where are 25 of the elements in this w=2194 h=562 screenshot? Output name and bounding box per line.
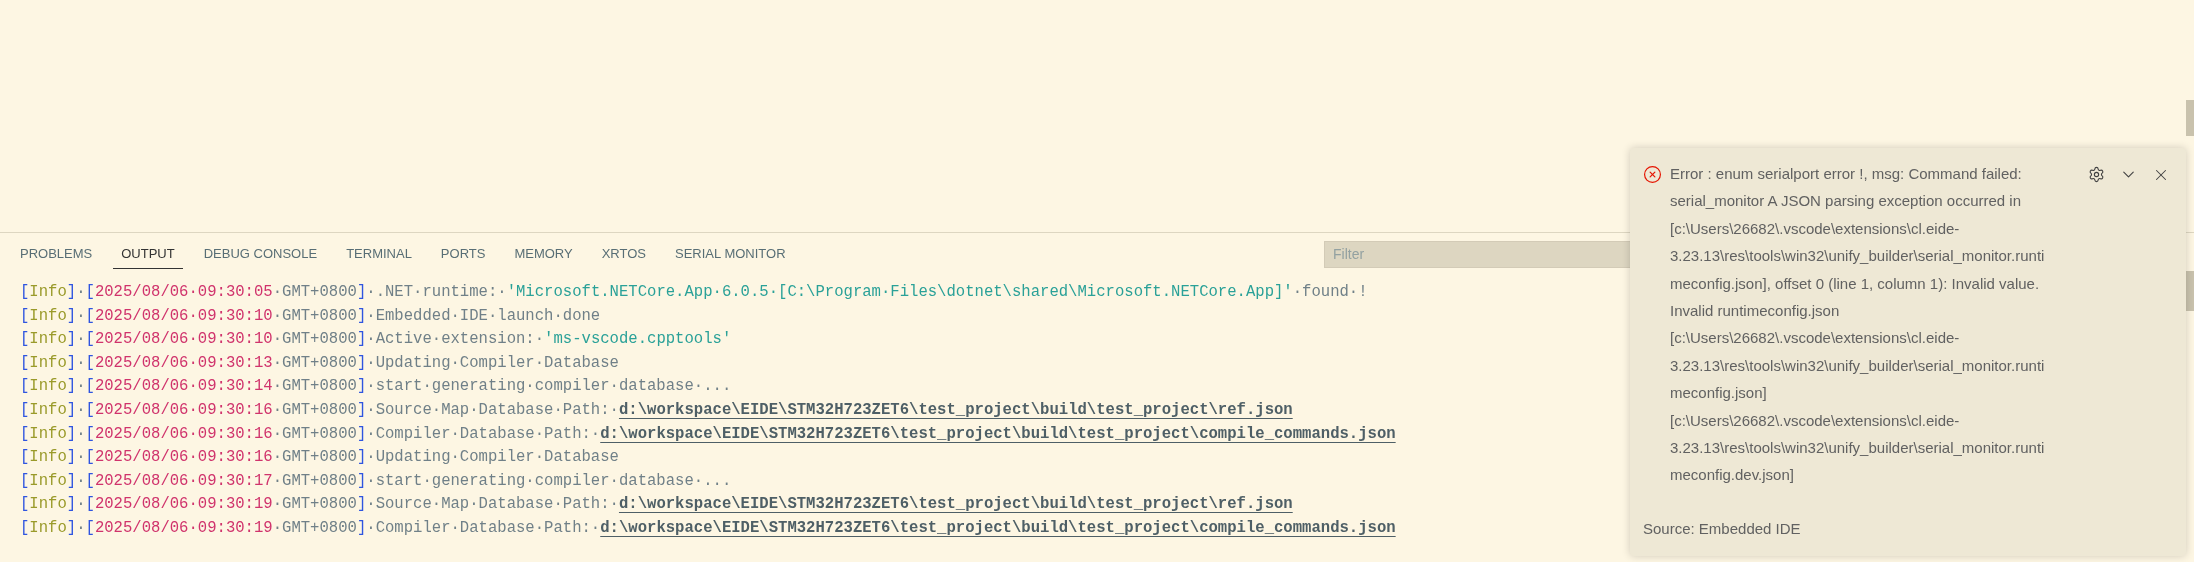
- log-line: [Info]·[2025/08/06·09:30:14·GMT+0800]·start·generating·compiler·database·...: [20, 376, 732, 398]
- panel-tab[interactable]: MEMORY: [506, 238, 581, 270]
- scrollbar-thumb[interactable]: [2186, 271, 2194, 311]
- log-line: [Info]·[2025/08/06·09:30:13·GMT+0800]·Updating·Compiler·Database: [20, 352, 619, 374]
- log-line: [Info]·[2025/08/06·09:30:10·GMT+0800]·Embedded·IDE·launch·done: [20, 305, 601, 327]
- panel-tab[interactable]: SERIAL MONITOR: [667, 238, 794, 270]
- scrollbar-thumb[interactable]: [2186, 100, 2194, 136]
- log-line: [Info]·[2025/08/06·09:30:16·GMT+0800]·Compiler·Database·Path:·d:\workspace\EIDE\STM32H723ZET6\test_project\build\test_project\compile_commands.json: [20, 423, 1396, 445]
- notification-message: Error : enum serialport error !, msg: Command failed: serial_monitor A JSON parsing exception occurred in [c:\Users\26682\.vscode\extensions\cl.eide- 3.23.13\res\tools\win32\unify_builder\serial_monitor.runti meconfig.json], offset 0 (line 1, column 1): Invalid value. Invalid runtimeconfig.json [c:\Users\26682\.vscode\extensions\cl.eide- 3.23.13\res\tools\win32\unify_builder\serial_monitor.runti meconfig.json] [c:\Users\26682\.vscode\extensions\cl.eide- 3.23.13\res\tools\win32\unify_builder\serial_monitor.runti meconfig.dev.json]: [1670, 164, 2045, 486]
- panel-tab[interactable]: XRTOS: [593, 238, 654, 270]
- log-line: [Info]·[2025/08/06·09:30:05·GMT+0800]·.NET·runtime:·'Microsoft.NETCore.App·6.0.5·[C:\Program·Files\dotnet\shared\Microsoft.NETCore.App]'·found·!: [20, 282, 1368, 303]
- notification-source: Source: Embedded IDE: [1643, 518, 1802, 539]
- panel-tab[interactable]: OUTPUT: [113, 238, 183, 270]
- log-line: [Info]·[2025/08/06·09:30:19·GMT+0800]·Compiler·Database·Path:·d:\workspace\EIDE\STM32H723ZET6\test_project\build\test_project\compile_commands.json: [20, 517, 1396, 539]
- panel-tab[interactable]: PROBLEMS: [12, 238, 101, 270]
- panel-tab[interactable]: TERMINAL: [338, 238, 420, 270]
- log-line: [Info]·[2025/08/06·09:30:16·GMT+0800]·Updating·Compiler·Database: [20, 447, 619, 469]
- log-line: [Info]·[2025/08/06·09:30:16·GMT+0800]·Source·Map·Database·Path:·d:\workspace\EIDE\STM32H723ZET6\test_project\build\test_project\ref.json: [20, 399, 1293, 421]
- panel-tab[interactable]: PORTS: [432, 238, 494, 270]
- log-line: [Info]·[2025/08/06·09:30:17·GMT+0800]·start·generating·compiler·database·...: [20, 470, 732, 492]
- log-line: [Info]·[2025/08/06·09:30:19·GMT+0800]·Source·Map·Database·Path:·d:\workspace\EIDE\STM32H723ZET6\test_project\build\test_project\ref.json: [20, 494, 1293, 516]
- log-line: [Info]·[2025/08/06·09:30:10·GMT+0800]·Active·extension:·'ms-vscode.cpptools': [20, 329, 732, 351]
- panel-tab[interactable]: DEBUG CONSOLE: [195, 238, 326, 270]
- gear-icon: [2088, 166, 2105, 183]
- error-icon: [1643, 165, 1662, 184]
